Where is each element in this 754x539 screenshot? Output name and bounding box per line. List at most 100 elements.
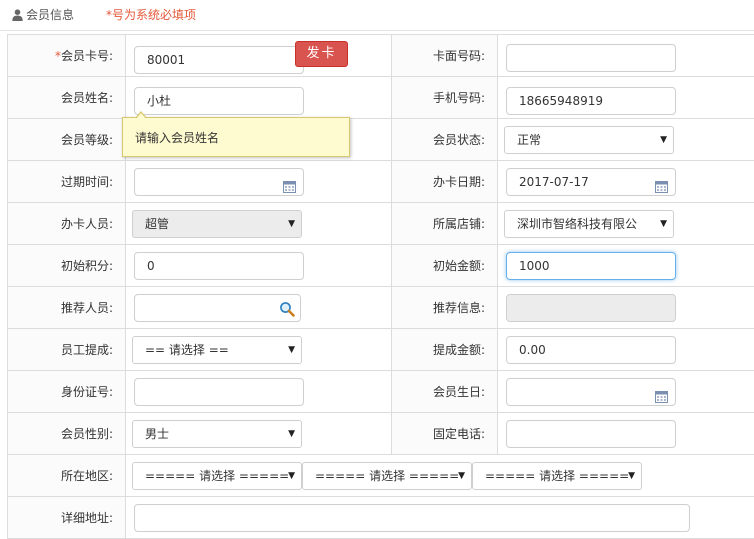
id-number-cell — [126, 371, 392, 413]
issue-date-value: 2017-07-17 — [519, 175, 589, 189]
staff-commission-cell: == 请选择 == ▼ — [126, 329, 392, 371]
expire-time-label: 过期时间: — [8, 161, 126, 203]
commission-amount-cell: 0.00 — [498, 329, 754, 371]
address-cell — [126, 497, 754, 539]
initial-amount-cell: 1000 — [498, 245, 754, 287]
validation-tooltip: 请输入会员姓名 — [122, 117, 350, 157]
tab-label: 会员信息 — [26, 8, 74, 22]
calendar-icon[interactable] — [283, 176, 296, 202]
staff-commission-value: == 请选择 == — [145, 343, 229, 357]
chevron-down-icon: ▼ — [628, 463, 635, 489]
landline-input[interactable] — [506, 420, 676, 448]
region-cell: ===== 请选择 ===== ▼ ===== 请选择 ===== ▼ ====… — [126, 455, 754, 497]
district-value: ===== 请选择 ===== — [485, 469, 629, 483]
tooltip-arrow-fill — [136, 113, 146, 119]
issuer-value: 超管 — [145, 217, 169, 231]
address-input[interactable] — [134, 504, 690, 532]
staff-commission-select[interactable]: == 请选择 == ▼ — [132, 336, 302, 364]
staff-commission-label: 员工提成: — [8, 329, 126, 371]
form-row: 初始积分: 0 初始金额: 1000 — [8, 245, 754, 287]
card-face-input[interactable] — [506, 44, 676, 72]
issuer-cell: 超管 ▼ — [126, 203, 392, 245]
district-select[interactable]: ===== 请选择 ===== ▼ — [472, 462, 642, 490]
initial-points-cell: 0 — [126, 245, 392, 287]
calendar-icon[interactable] — [655, 386, 668, 412]
store-label: 所属店铺: — [392, 203, 498, 245]
issue-date-input[interactable]: 2017-07-17 — [506, 168, 676, 196]
search-icon[interactable] — [279, 300, 295, 326]
issue-card-button[interactable]: 发卡 — [295, 41, 348, 67]
chevron-down-icon: ▼ — [660, 211, 667, 237]
initial-amount-input[interactable]: 1000 — [506, 252, 676, 280]
chevron-down-icon: ▼ — [288, 337, 295, 363]
chevron-down-icon: ▼ — [288, 463, 295, 489]
form-row: *会员卡号: 80001 卡面号码: — [8, 35, 754, 77]
issue-date-label: 办卡日期: — [392, 161, 498, 203]
birthday-input[interactable] — [506, 378, 676, 406]
member-level-label: 会员等级: — [8, 119, 126, 161]
form-row: 详细地址: — [8, 497, 754, 539]
form-row: 推荐人员: 推荐信息: — [8, 287, 754, 329]
member-status-cell: 正常 ▼ — [498, 119, 754, 161]
chevron-down-icon: ▼ — [288, 211, 295, 237]
card-face-label: 卡面号码: — [392, 35, 498, 77]
issuer-select[interactable]: 超管 ▼ — [132, 210, 302, 238]
gender-cell: 男士 ▼ — [126, 413, 392, 455]
city-select[interactable]: ===== 请选择 ===== ▼ — [302, 462, 472, 490]
address-label: 详细地址: — [8, 497, 126, 539]
mobile-cell: 18665948919 — [498, 77, 754, 119]
member-status-select[interactable]: 正常 ▼ — [504, 126, 674, 154]
referrer-input[interactable] — [134, 294, 301, 322]
member-form: *会员卡号: 80001 卡面号码: 会员姓名: 小杜 手机号码: 186659… — [7, 34, 754, 539]
page-header: 会员信息 *号为系统必填项 — [0, 0, 754, 31]
form-row: 会员等级: 会员状态: 正常 ▼ — [8, 119, 754, 161]
region-label: 所在地区: — [8, 455, 126, 497]
id-number-input[interactable] — [134, 378, 304, 406]
form-row: 办卡人员: 超管 ▼ 所属店铺: 深圳市智络科技有限公 ▼ — [8, 203, 754, 245]
card-face-cell — [498, 35, 754, 77]
chevron-down-icon: ▼ — [288, 421, 295, 447]
issue-date-cell: 2017-07-17 — [498, 161, 754, 203]
referrer-info-label: 推荐信息: — [392, 287, 498, 329]
birthday-label: 会员生日: — [392, 371, 498, 413]
card-no-input[interactable]: 80001 — [134, 46, 304, 74]
tooltip-text: 请输入会员姓名 — [135, 131, 219, 145]
initial-points-label: 初始积分: — [8, 245, 126, 287]
id-number-label: 身份证号: — [8, 371, 126, 413]
mobile-input[interactable]: 18665948919 — [506, 87, 676, 115]
card-no-cell: 80001 — [126, 35, 392, 77]
tab-member-info[interactable]: 会员信息 — [12, 6, 74, 24]
member-name-cell: 小杜 — [126, 77, 392, 119]
expire-time-input[interactable] — [134, 168, 304, 196]
member-name-label: 会员姓名: — [8, 77, 126, 119]
chevron-down-icon: ▼ — [660, 127, 667, 153]
store-cell: 深圳市智络科技有限公 ▼ — [498, 203, 754, 245]
referrer-info-input[interactable] — [506, 294, 676, 322]
city-value: ===== 请选择 ===== — [315, 469, 459, 483]
member-name-input[interactable]: 小杜 — [134, 87, 304, 115]
store-select[interactable]: 深圳市智络科技有限公 ▼ — [504, 210, 674, 238]
required-note: *号为系统必填项 — [106, 6, 196, 23]
gender-label: 会员性别: — [8, 413, 126, 455]
initial-points-input[interactable]: 0 — [134, 252, 304, 280]
form-row: 员工提成: == 请选择 == ▼ 提成金额: 0.00 — [8, 329, 754, 371]
member-status-label: 会员状态: — [392, 119, 498, 161]
landline-cell — [498, 413, 754, 455]
form-row: 会员姓名: 小杜 手机号码: 18665948919 — [8, 77, 754, 119]
referrer-label: 推荐人员: — [8, 287, 126, 329]
birthday-cell — [498, 371, 754, 413]
commission-amount-input[interactable]: 0.00 — [506, 336, 676, 364]
commission-amount-label: 提成金额: — [392, 329, 498, 371]
calendar-icon[interactable] — [655, 176, 668, 202]
initial-amount-label: 初始金额: — [392, 245, 498, 287]
province-select[interactable]: ===== 请选择 ===== ▼ — [132, 462, 302, 490]
issuer-label: 办卡人员: — [8, 203, 126, 245]
province-value: ===== 请选择 ===== — [145, 469, 289, 483]
chevron-down-icon: ▼ — [458, 463, 465, 489]
gender-select[interactable]: 男士 ▼ — [132, 420, 302, 448]
landline-label: 固定电话: — [392, 413, 498, 455]
card-no-label: *会员卡号: — [8, 35, 126, 77]
card-no-label-text: 会员卡号: — [61, 49, 113, 63]
form-row: 会员性别: 男士 ▼ 固定电话: — [8, 413, 754, 455]
form-row: 过期时间: 办卡日期: 2017-07-17 — [8, 161, 754, 203]
